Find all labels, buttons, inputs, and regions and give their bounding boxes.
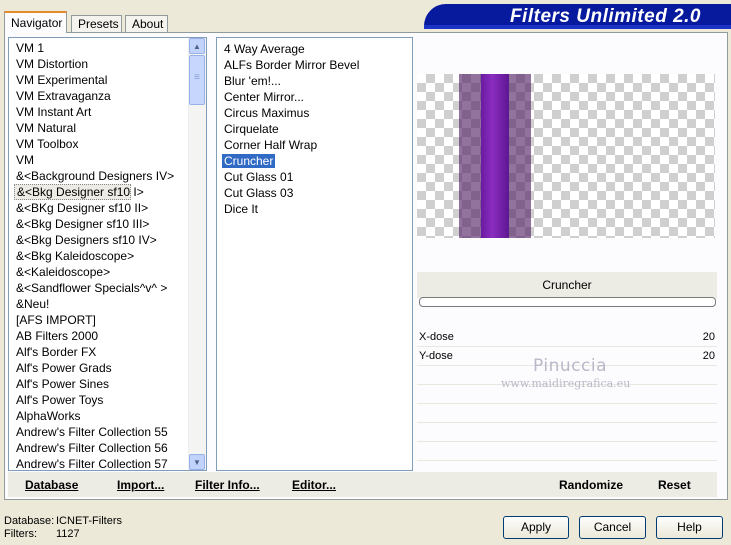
param-label: Y-dose (419, 350, 453, 362)
category-item[interactable]: AB Filters 2000 (9, 328, 206, 344)
database-info: Database: ICNET-Filters (4, 515, 122, 527)
filter-item[interactable]: Cut Glass 01 (217, 169, 412, 185)
filters-info: Filters: 1127 (4, 528, 80, 540)
category-item-selected[interactable]: &<Bkg Designer sf10 I> (14, 184, 144, 200)
filter-item-label: Cruncher (222, 154, 276, 168)
scroll-down-icon[interactable]: ▼ (189, 454, 205, 470)
scroll-up-icon[interactable]: ▲ (189, 38, 205, 54)
category-item[interactable]: Alf's Power Sines (9, 376, 206, 392)
filters-label: Filters: (4, 528, 37, 540)
filter-item[interactable]: Blur 'em!... (217, 73, 412, 89)
category-item[interactable]: &<BKg Designer sf10 II> (9, 200, 206, 216)
tab-presets[interactable]: Presets (71, 15, 122, 32)
randomize-link[interactable]: Randomize (559, 478, 623, 492)
param-row-empty (417, 404, 717, 423)
watermark-url: www.maidiregrafica.eu (501, 377, 631, 390)
progress-bar (419, 297, 716, 307)
category-item[interactable]: &<Background Designers IV> (9, 168, 206, 184)
filter-item[interactable]: Center Mirror... (217, 89, 412, 105)
category-scrollbar[interactable]: ▲ ▼ (188, 38, 206, 470)
database-value: ICNET-Filters (56, 515, 122, 527)
param-value: 20 (702, 331, 715, 343)
app-title: Filters Unlimited 2.0 (509, 6, 701, 27)
filter-item[interactable]: Corner Half Wrap (217, 137, 412, 153)
category-item[interactable]: &Neu! (9, 296, 206, 312)
category-item[interactable]: &<Sandflower Specials^v^ > (9, 280, 206, 296)
selected-filter-name: Cruncher (542, 278, 592, 292)
category-item[interactable]: Andrew's Filter Collection 57 (9, 456, 206, 470)
category-item[interactable]: VM Toolbox (9, 136, 206, 152)
editor-link[interactable]: Editor... (292, 478, 336, 492)
category-item[interactable]: &<Kaleidoscope> (9, 264, 206, 280)
database-link[interactable]: Database (25, 478, 78, 492)
category-item[interactable]: Andrew's Filter Collection 55 (9, 424, 206, 440)
category-item[interactable]: VM Extravaganza (9, 88, 206, 104)
param-label: X-dose (419, 331, 454, 343)
database-label: Database: (4, 515, 55, 527)
category-item[interactable]: &<Bkg Designers sf10 IV> (9, 232, 206, 248)
reset-link[interactable]: Reset (658, 478, 691, 492)
category-item[interactable]: Alf's Border FX (9, 344, 206, 360)
category-item[interactable]: VM Instant Art (9, 104, 206, 120)
category-item[interactable]: VM (9, 152, 206, 168)
category-item[interactable]: VM Distortion (9, 56, 206, 72)
category-item[interactable]: VM Natural (9, 120, 206, 136)
filter-item[interactable]: Circus Maximus (217, 105, 412, 121)
filter-item[interactable]: Cirquelate (217, 121, 412, 137)
help-button[interactable]: Help (656, 516, 723, 539)
category-item[interactable]: Andrew's Filter Collection 56 (9, 440, 206, 456)
filter-item[interactable]: ALFs Border Mirror Bevel (217, 57, 412, 73)
filter-info-link[interactable]: Filter Info... (195, 478, 260, 492)
category-item[interactable]: VM Experimental (9, 72, 206, 88)
category-list[interactable]: VM 1 VM Distortion VM Experimental VM Ex… (8, 37, 207, 471)
preview-stripe-inner (481, 74, 509, 238)
import-link[interactable]: Import... (117, 478, 164, 492)
category-item[interactable]: VM 1 (9, 40, 206, 56)
apply-button[interactable]: Apply (503, 516, 569, 539)
tab-about[interactable]: About (125, 15, 168, 32)
tab-navigator[interactable]: Navigator (4, 11, 67, 33)
param-value: 20 (702, 350, 715, 362)
parameter-list: X-dose 20 Y-dose 20 (417, 328, 717, 480)
title-banner: Filters Unlimited 2.0 (424, 4, 731, 29)
filter-item-selected[interactable]: Cruncher (217, 153, 412, 169)
param-row-empty (417, 423, 717, 442)
watermark-name: Pinuccia (533, 356, 607, 376)
category-item[interactable]: &<Bkg Designer sf10 III> (9, 216, 206, 232)
preview-image (417, 74, 715, 238)
category-item[interactable]: Alf's Power Toys (9, 392, 206, 408)
category-item[interactable]: [AFS IMPORT] (9, 312, 206, 328)
scroll-thumb[interactable] (189, 55, 205, 105)
filter-item[interactable]: 4 Way Average (217, 41, 412, 57)
param-row-x-dose[interactable]: X-dose 20 (417, 328, 717, 347)
filter-list[interactable]: 4 Way Average ALFs Border Mirror Bevel B… (216, 37, 413, 471)
cancel-button[interactable]: Cancel (579, 516, 646, 539)
category-item[interactable]: &<Bkg Kaleidoscope> (9, 248, 206, 264)
filters-value: 1127 (56, 528, 80, 540)
param-row-empty (417, 442, 717, 461)
filter-item[interactable]: Cut Glass 03 (217, 185, 412, 201)
filter-item[interactable]: Dice It (217, 201, 412, 217)
category-item[interactable]: AlphaWorks (9, 408, 206, 424)
category-item[interactable]: Alf's Power Grads (9, 360, 206, 376)
